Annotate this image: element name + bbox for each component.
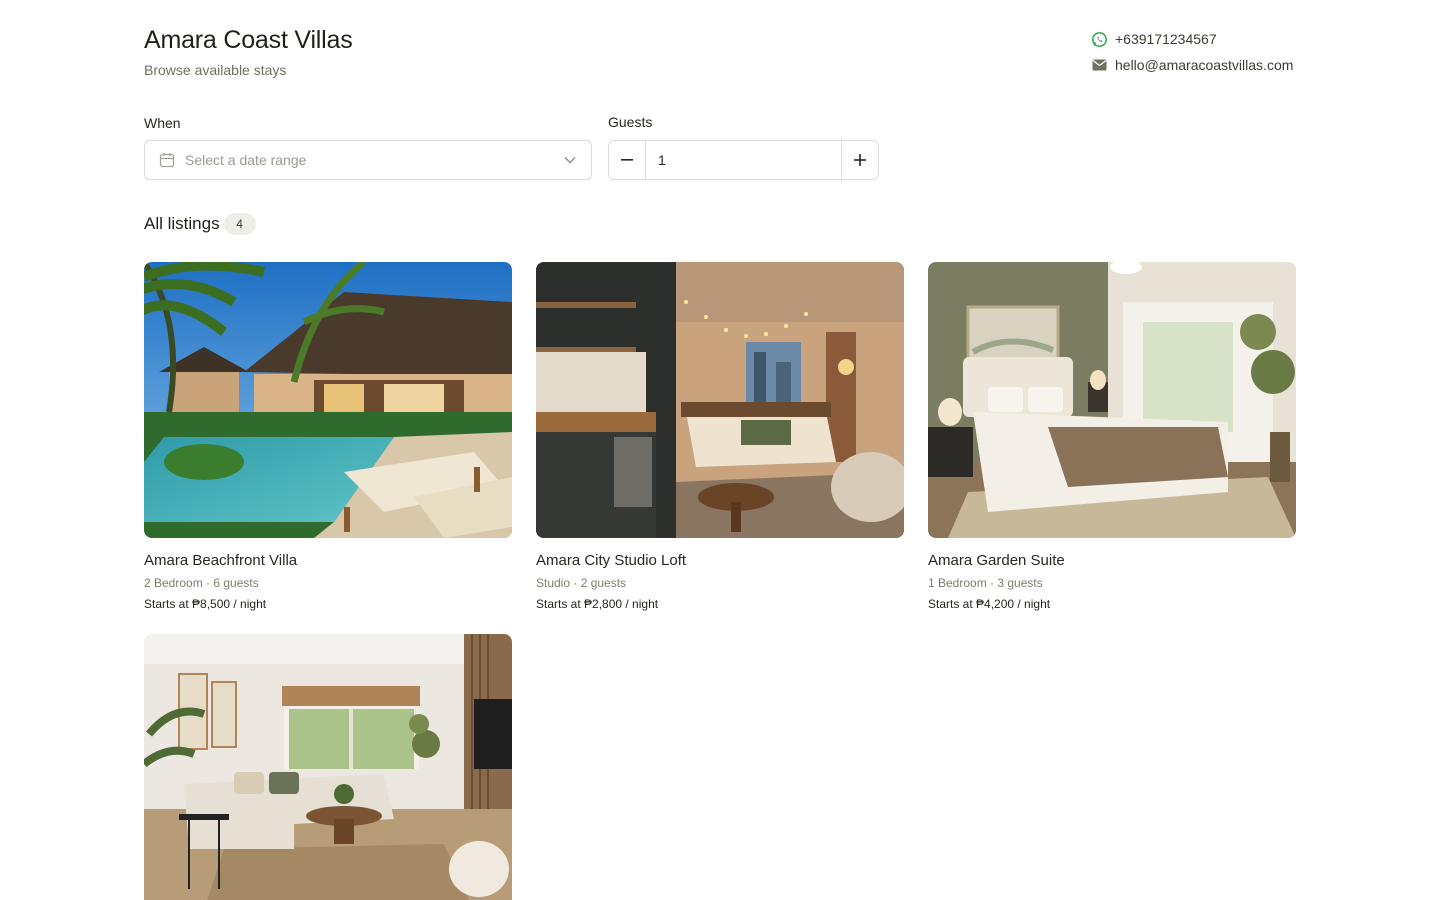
phone-number: +639171234567 — [1115, 31, 1217, 47]
listings-title: All listings — [144, 214, 220, 233]
page-subtitle: Browse available stays — [144, 62, 287, 78]
decrement-guests-button[interactable] — [609, 141, 646, 179]
listing-card[interactable] — [144, 634, 512, 900]
guests-value[interactable]: 1 — [646, 141, 841, 179]
listing-price: Starts at ₱2,800 / night — [536, 597, 659, 611]
listing-name: Amara Garden Suite — [928, 552, 1065, 569]
listing-card[interactable]: Amara City Studio Loft Studio · 2 guests… — [536, 262, 904, 611]
whatsapp-icon — [1090, 30, 1108, 48]
email-link[interactable]: hello@amaracoastvillas.com — [1090, 56, 1310, 74]
plus-icon — [854, 154, 866, 166]
listing-photo-living-room — [144, 634, 512, 900]
listings-count-badge: 4 — [223, 213, 256, 235]
date-range-picker[interactable]: Select a date range — [144, 140, 592, 180]
listing-photo-studio-loft — [536, 262, 904, 538]
listing-name: Amara City Studio Loft — [536, 552, 687, 569]
listing-card[interactable]: Amara Garden Suite 1 Bedroom · 3 guests … — [928, 262, 1296, 611]
date-range-placeholder: Select a date range — [185, 152, 307, 168]
listing-photo-villa-pool — [144, 262, 512, 538]
guests-label: Guests — [608, 114, 653, 130]
listing-card[interactable]: Amara Beachfront Villa 2 Bedroom · 6 gue… — [144, 262, 512, 611]
listing-meta: 2 Bedroom · 6 guests — [144, 576, 259, 590]
listing-meta: 1 Bedroom · 3 guests — [928, 576, 1043, 590]
page-header: Amara Coast Villas Browse available stay… — [144, 24, 353, 78]
listing-name: Amara Beachfront Villa — [144, 552, 298, 569]
calendar-icon — [159, 152, 175, 168]
when-label: When — [144, 115, 181, 131]
listing-price: Starts at ₱4,200 / night — [928, 597, 1051, 611]
email-address: hello@amaracoastvillas.com — [1115, 57, 1294, 73]
listings-heading: All listings 4 — [144, 213, 256, 235]
minus-icon — [621, 159, 633, 161]
contact-info: +639171234567 hello@amaracoastvillas.com — [1090, 30, 1310, 82]
listing-meta: Studio · 2 guests — [536, 576, 627, 590]
listing-photo-garden-suite — [928, 262, 1296, 538]
mail-icon — [1090, 56, 1108, 74]
increment-guests-button[interactable] — [841, 141, 878, 179]
page-title: Amara Coast Villas — [144, 26, 353, 54]
chevron-down-icon — [563, 153, 577, 167]
listing-price: Starts at ₱8,500 / night — [144, 597, 267, 611]
guests-stepper: 1 — [608, 140, 879, 180]
phone-link[interactable]: +639171234567 — [1090, 30, 1310, 48]
